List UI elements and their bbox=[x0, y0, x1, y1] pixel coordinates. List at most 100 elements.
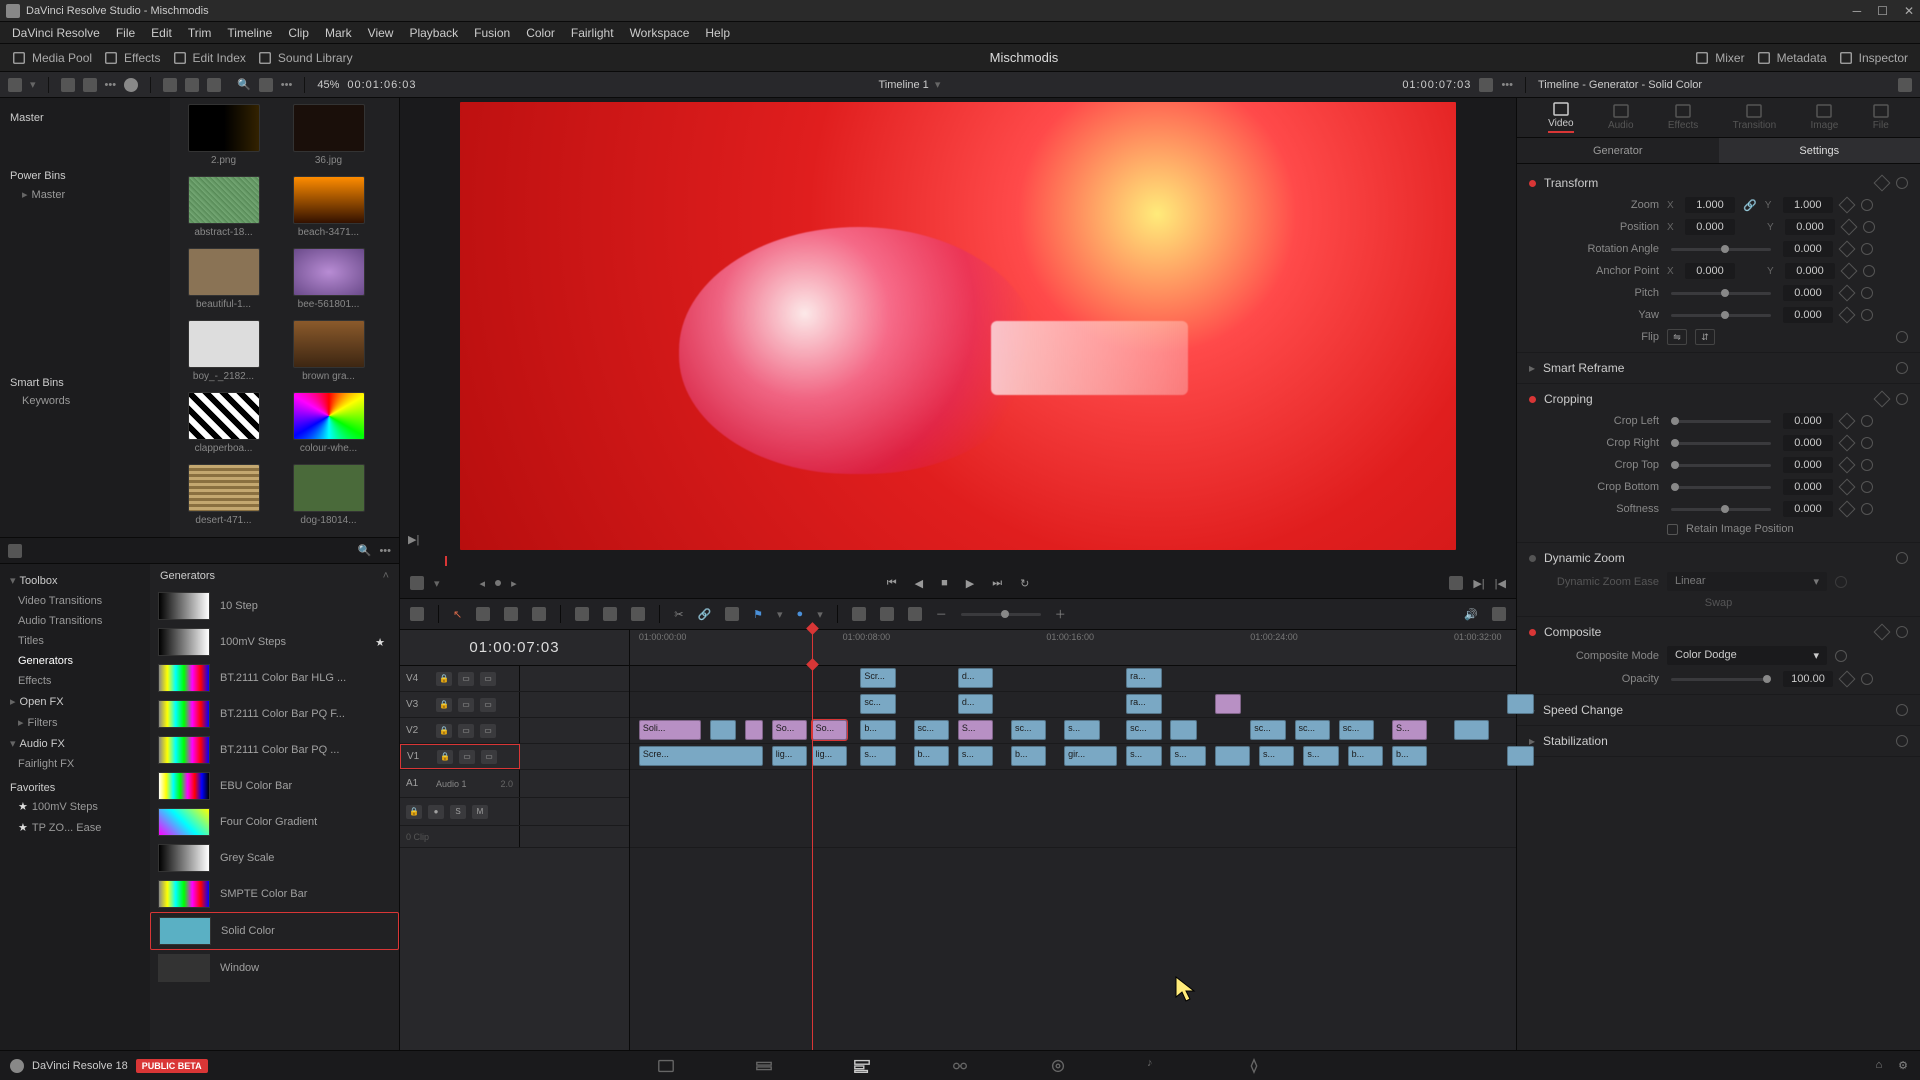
generator-item[interactable]: BT.2111 Color Bar HLG ... bbox=[150, 660, 399, 696]
inspector-subtab-generator[interactable]: Generator bbox=[1517, 138, 1719, 163]
speed-change-header[interactable]: ▸Speed Change bbox=[1517, 699, 1920, 721]
timeline-clip[interactable] bbox=[1215, 694, 1242, 714]
color-page-icon[interactable] bbox=[1049, 1057, 1067, 1075]
play-marker-icon[interactable]: ▶| bbox=[408, 533, 419, 546]
generator-item[interactable]: 100mV Steps★ bbox=[150, 624, 399, 660]
media-clip[interactable]: 2.png bbox=[176, 104, 271, 166]
inspector-expand-icon[interactable] bbox=[1898, 78, 1912, 92]
timeline-clip[interactable]: lig... bbox=[812, 746, 847, 766]
keyframe-icon[interactable] bbox=[1839, 479, 1856, 496]
import-icon[interactable] bbox=[61, 78, 75, 92]
menu-timeline[interactable]: Timeline bbox=[219, 26, 280, 40]
timeline-clip[interactable] bbox=[710, 720, 737, 740]
snapping-icon[interactable] bbox=[852, 607, 866, 621]
disable-track-icon[interactable]: ▭ bbox=[480, 724, 496, 738]
reset-icon[interactable] bbox=[1896, 552, 1908, 564]
keyframe-icon[interactable] bbox=[1838, 197, 1855, 214]
goto-in-icon[interactable]: ▶| bbox=[1473, 577, 1484, 590]
menu-fusion[interactable]: Fusion bbox=[466, 26, 518, 40]
reset-icon[interactable] bbox=[1896, 704, 1908, 716]
timeline-clip[interactable]: b... bbox=[1011, 746, 1046, 766]
timeline-clip[interactable]: lig... bbox=[772, 746, 807, 766]
media-clip[interactable]: dog-18014... bbox=[281, 464, 376, 526]
timeline-clip[interactable]: s... bbox=[1064, 720, 1099, 740]
auto-select-icon[interactable]: ▭ bbox=[458, 724, 474, 738]
keyframe-icon[interactable] bbox=[1839, 435, 1856, 452]
lock-track-icon[interactable]: 🔒 bbox=[436, 724, 452, 738]
timeline-clip[interactable]: b... bbox=[860, 720, 895, 740]
search-timeline-icon[interactable] bbox=[880, 607, 894, 621]
generator-item[interactable]: BT.2111 Color Bar PQ F... bbox=[150, 696, 399, 732]
reset-icon[interactable] bbox=[1835, 576, 1847, 588]
audio-icon[interactable]: 🔊 bbox=[1464, 608, 1478, 621]
favorite-item[interactable]: ★TP ZO... Ease bbox=[0, 817, 150, 838]
fx-category-audio-transitions[interactable]: Audio Transitions bbox=[0, 611, 150, 631]
stop-button[interactable]: ■ bbox=[941, 577, 948, 589]
mute-button[interactable]: M bbox=[472, 805, 488, 819]
media-clip[interactable]: bee-561801... bbox=[281, 248, 376, 310]
menu-fairlight[interactable]: Fairlight bbox=[563, 26, 622, 40]
reset-icon[interactable] bbox=[1861, 673, 1873, 685]
viewer-more-icon[interactable]: ••• bbox=[1501, 79, 1513, 91]
media-pool-icon[interactable]: Media Pool bbox=[12, 51, 92, 65]
enable-dot-icon[interactable] bbox=[1529, 555, 1536, 562]
menu-mark[interactable]: Mark bbox=[317, 26, 360, 40]
timeline-clip[interactable]: d... bbox=[958, 694, 993, 714]
lock-track-icon[interactable]: 🔒 bbox=[437, 750, 453, 764]
media-clip[interactable]: 36.jpg bbox=[281, 104, 376, 166]
timeline-clip[interactable]: sc... bbox=[1250, 720, 1285, 740]
yaw-input[interactable]: 0.000 bbox=[1783, 307, 1833, 323]
trim-tool-icon[interactable] bbox=[476, 607, 490, 621]
crop-bottom-input[interactable]: 0.000 bbox=[1783, 479, 1833, 495]
reset-icon[interactable] bbox=[1861, 459, 1873, 471]
zoom-in-icon[interactable]: ＋ bbox=[1055, 606, 1066, 622]
loop-button[interactable]: ↻ bbox=[1020, 577, 1029, 590]
sound-library-icon[interactable]: Sound Library bbox=[258, 51, 353, 65]
retain-position-checkbox[interactable] bbox=[1667, 524, 1678, 535]
keyframe-icon[interactable] bbox=[1841, 263, 1858, 280]
keyframe-icon[interactable] bbox=[1874, 391, 1891, 408]
home-icon[interactable]: ⌂ bbox=[1875, 1059, 1882, 1072]
marker-icon[interactable]: ● bbox=[797, 608, 804, 620]
disable-track-icon[interactable]: ▭ bbox=[480, 672, 496, 686]
timeline-name[interactable]: Timeline 1 bbox=[878, 79, 928, 91]
media-clip[interactable]: desert-471... bbox=[176, 464, 271, 526]
auto-select-icon[interactable]: ▭ bbox=[459, 750, 475, 764]
enable-dot-icon[interactable] bbox=[1529, 180, 1536, 187]
bypass-icon[interactable] bbox=[1479, 78, 1493, 92]
media-clip[interactable]: beach-3471... bbox=[281, 176, 376, 238]
timeline-clip[interactable]: S... bbox=[958, 720, 993, 740]
smart-bin-keywords[interactable]: Keywords bbox=[10, 395, 160, 407]
timeline-clip[interactable] bbox=[745, 720, 763, 740]
flip-h-button[interactable]: ⇋ bbox=[1667, 329, 1687, 345]
reset-icon[interactable] bbox=[1896, 393, 1908, 405]
pos-x-input[interactable]: 0.000 bbox=[1685, 219, 1735, 235]
sort-icon[interactable] bbox=[259, 78, 273, 92]
generator-item[interactable]: 10 Step bbox=[150, 588, 399, 624]
crop-left-slider[interactable] bbox=[1671, 420, 1771, 423]
keyframe-icon[interactable] bbox=[1874, 175, 1891, 192]
inspector-subtab-settings[interactable]: Settings bbox=[1719, 138, 1920, 163]
bin-display-icon[interactable] bbox=[8, 78, 22, 92]
overwrite-clip-icon[interactable] bbox=[603, 607, 617, 621]
reverse-button[interactable]: ◀ bbox=[915, 577, 923, 590]
timeline-clip[interactable]: s... bbox=[1303, 746, 1338, 766]
smart-reframe-header[interactable]: ▸ Smart Reframe bbox=[1517, 357, 1920, 379]
keyframe-icon[interactable] bbox=[1841, 219, 1858, 236]
track-header-v3[interactable]: V3🔒▭▭ bbox=[400, 692, 520, 717]
timeline-clip[interactable]: sc... bbox=[914, 720, 949, 740]
keyframe-icon[interactable] bbox=[1839, 457, 1856, 474]
menu-davinci-resolve[interactable]: DaVinci Resolve bbox=[4, 26, 108, 40]
reset-icon[interactable] bbox=[1863, 265, 1875, 277]
stabilization-header[interactable]: ▸Stabilization bbox=[1517, 730, 1920, 752]
lock-track-icon[interactable]: 🔒 bbox=[436, 698, 452, 712]
anchor-x-input[interactable]: 0.000 bbox=[1685, 263, 1735, 279]
reset-icon[interactable] bbox=[1835, 650, 1847, 662]
dynamic-zoom-ease-dropdown[interactable]: Linear▾ bbox=[1667, 572, 1827, 591]
media-clip[interactable]: clapperboa... bbox=[176, 392, 271, 454]
timeline-clip[interactable]: ra... bbox=[1126, 694, 1161, 714]
fairlightfx-item[interactable]: Fairlight FX bbox=[0, 754, 150, 774]
timeline-view-icon[interactable] bbox=[410, 607, 424, 621]
smart-bins-header[interactable]: Smart Bins bbox=[10, 377, 160, 389]
play-button[interactable]: ▶ bbox=[966, 577, 974, 590]
